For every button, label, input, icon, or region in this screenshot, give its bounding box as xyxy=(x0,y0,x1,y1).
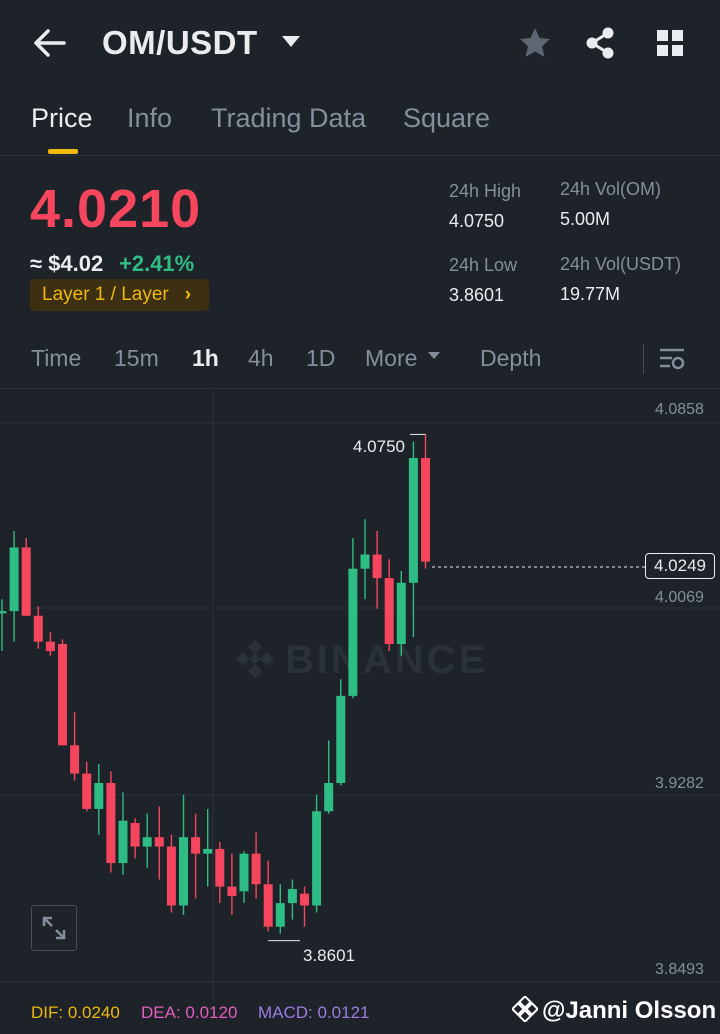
min-price-label: 3.8601 xyxy=(303,946,355,965)
dea-indicator: DEA: 0.0120 xyxy=(141,1003,238,1022)
candle-body xyxy=(203,848,213,854)
expand-icon xyxy=(42,916,66,940)
candle-body xyxy=(142,837,152,847)
candle-body xyxy=(312,811,322,906)
candle-body xyxy=(251,853,261,885)
candle-body xyxy=(408,457,418,583)
last-price: 4.0210 xyxy=(30,179,202,239)
candle-body xyxy=(263,884,273,927)
y-tick-label: 4.0858 xyxy=(655,401,704,418)
tab-square[interactable]: Square xyxy=(403,103,490,134)
tabs-divider xyxy=(0,155,720,156)
favorite-star-icon[interactable] xyxy=(517,25,553,61)
candle-body xyxy=(118,820,128,864)
y-tick-label: 3.8493 xyxy=(655,961,704,978)
candle-body xyxy=(384,578,394,645)
vol-base-value: 5.00M xyxy=(560,209,611,229)
low-value: 3.8601 xyxy=(449,285,505,305)
candle-body xyxy=(94,783,104,809)
credit-watermark: @Janni Olsson xyxy=(510,994,717,1025)
candle-body xyxy=(130,823,140,847)
active-tab-indicator xyxy=(48,149,78,154)
candle-body xyxy=(179,837,188,906)
vol-quote-value: 19.77M xyxy=(560,284,621,304)
category-tag-label: Layer 1 / Layer xyxy=(42,284,169,305)
binance-square-icon xyxy=(510,994,540,1024)
candle-body xyxy=(58,644,67,746)
chart-settings-icon[interactable] xyxy=(658,345,686,373)
candle-body xyxy=(275,903,285,927)
high-value: 4.0750 xyxy=(449,211,505,231)
last-price-marker: 4.0249 xyxy=(645,553,715,579)
candle-body xyxy=(336,695,346,784)
vol-base-label: 24h Vol(OM) xyxy=(560,179,662,199)
candle-body xyxy=(9,547,19,612)
pair-dropdown-icon[interactable] xyxy=(282,36,300,47)
candle-body xyxy=(348,568,358,696)
expand-chart-button[interactable] xyxy=(31,905,77,951)
low-label: 24h Low xyxy=(449,255,518,275)
candle-body xyxy=(82,773,92,809)
vol-quote-label: 24h Vol(USDT) xyxy=(560,254,682,274)
interval-1d[interactable]: 1D xyxy=(306,345,335,372)
interval-more[interactable]: More xyxy=(365,345,417,372)
candle-body xyxy=(106,783,116,864)
interval-4h[interactable]: 4h xyxy=(248,345,274,372)
macd-indicator: MACD: 0.0121 xyxy=(258,1003,370,1022)
candle-body xyxy=(300,893,309,906)
candle-body xyxy=(166,846,176,906)
credit-text: @Janni Olsson xyxy=(542,997,717,1024)
candle-body xyxy=(421,457,430,562)
max-price-label: 4.0750 xyxy=(353,437,405,456)
fiat-price: ≈ $4.02 xyxy=(30,251,104,276)
category-tag[interactable]: Layer 1 / Layer › xyxy=(30,279,210,311)
candle-body xyxy=(396,582,406,645)
interval-15m[interactable]: 15m xyxy=(114,345,159,372)
candle-body xyxy=(21,547,31,616)
chevron-down-icon xyxy=(428,352,440,359)
candle-body xyxy=(287,888,297,904)
tab-price[interactable]: Price xyxy=(31,103,93,134)
candle-body xyxy=(191,837,201,854)
candle-body xyxy=(154,837,164,847)
price-change: +2.41% xyxy=(119,251,195,276)
tab-trading-data[interactable]: Trading Data xyxy=(211,103,366,134)
candle-body xyxy=(227,886,237,897)
y-tick-label: 4.0069 xyxy=(655,589,704,606)
high-label: 24h High xyxy=(449,181,522,201)
depth-tab[interactable]: Depth xyxy=(480,345,541,372)
candle-body xyxy=(33,615,43,642)
candle-body xyxy=(324,783,334,812)
y-tick-label: 3.9282 xyxy=(655,775,704,792)
interval-divider xyxy=(0,388,720,389)
candle-body xyxy=(70,745,80,774)
interval-1h[interactable]: 1h xyxy=(192,345,219,372)
grid-menu-icon[interactable] xyxy=(652,25,688,61)
tab-info[interactable]: Info xyxy=(127,103,172,134)
candle-body xyxy=(360,554,370,569)
candle-body xyxy=(45,641,55,652)
interval-separator xyxy=(643,344,644,374)
dif-indicator: DIF: 0.0240 xyxy=(31,1003,120,1022)
candle-body xyxy=(372,554,382,579)
back-arrow-icon[interactable] xyxy=(32,27,68,59)
candle-body xyxy=(239,853,249,892)
pair-title[interactable]: OM/USDT xyxy=(102,24,258,62)
chevron-right-icon: › xyxy=(184,284,192,305)
share-icon[interactable] xyxy=(582,25,618,61)
interval-time[interactable]: Time xyxy=(31,345,81,372)
candlestick-chart[interactable] xyxy=(0,390,720,1000)
candle-body xyxy=(0,611,7,614)
candle-body xyxy=(215,848,225,887)
